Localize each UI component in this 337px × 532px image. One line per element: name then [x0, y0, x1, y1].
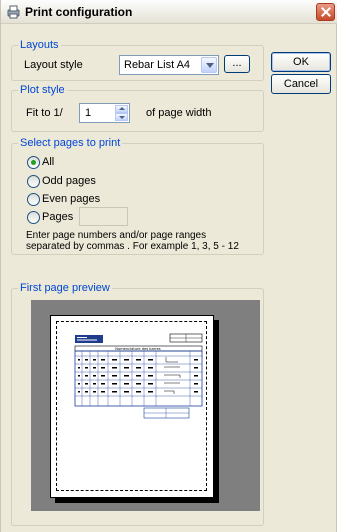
first-page-preview-legend: First page preview — [18, 282, 112, 294]
select-pages-legend: Select pages to print — [18, 137, 123, 149]
preview-page-content: Nomenclature des barres — [74, 333, 203, 419]
cancel-button[interactable]: Cancel — [271, 74, 331, 94]
odd-pages-label[interactable]: Odd pages — [42, 175, 96, 187]
fit-to-value: 1 — [85, 107, 92, 119]
layout-style-value: Rebar List A4 — [124, 59, 191, 71]
all-pages-radio[interactable] — [27, 156, 40, 169]
layout-style-select[interactable]: Rebar List A4 — [119, 55, 219, 75]
title-bar[interactable]: Print configuration — [1, 0, 337, 24]
ok-button-label: OK — [293, 56, 309, 68]
pages-label[interactable]: Pages — [42, 211, 73, 223]
layout-style-label: Layout style — [24, 59, 83, 71]
printer-app-icon — [7, 5, 20, 19]
close-button[interactable] — [316, 3, 335, 21]
chevron-down-icon[interactable] — [201, 57, 217, 73]
fit-to-suffix: of page width — [146, 107, 212, 119]
preview-doc-title: Nomenclature des barres — [115, 347, 161, 351]
pages-hint-line2: separated by commas . For example 1, 3, … — [26, 241, 239, 252]
ok-button[interactable]: OK — [271, 52, 331, 72]
all-pages-label[interactable]: All — [42, 156, 54, 168]
window-title: Print configuration — [25, 5, 133, 19]
spin-down-icon[interactable] — [115, 113, 128, 121]
fit-to-stepper[interactable]: 1 — [79, 103, 130, 123]
fit-to-spin-buttons[interactable] — [115, 105, 128, 121]
browse-layout-label: ... — [232, 57, 242, 69]
layouts-legend: Layouts — [18, 39, 61, 51]
cancel-button-label: Cancel — [283, 78, 319, 90]
pages-range-input[interactable] — [79, 207, 128, 226]
browse-layout-button[interactable]: ... — [224, 55, 250, 73]
even-pages-radio[interactable] — [27, 193, 40, 206]
even-pages-label[interactable]: Even pages — [42, 193, 100, 205]
print-configuration-dialog: Print configuration Layouts Layout style… — [0, 0, 337, 532]
odd-pages-radio[interactable] — [27, 175, 40, 188]
plot-style-legend: Plot style — [18, 84, 67, 96]
spin-up-icon[interactable] — [115, 105, 128, 113]
pages-hint-line1: Enter page numbers and/or page ranges — [26, 230, 207, 241]
pages-radio[interactable] — [27, 211, 40, 224]
fit-to-label: Fit to 1/ — [26, 107, 63, 119]
company-logo-icon — [75, 335, 103, 343]
